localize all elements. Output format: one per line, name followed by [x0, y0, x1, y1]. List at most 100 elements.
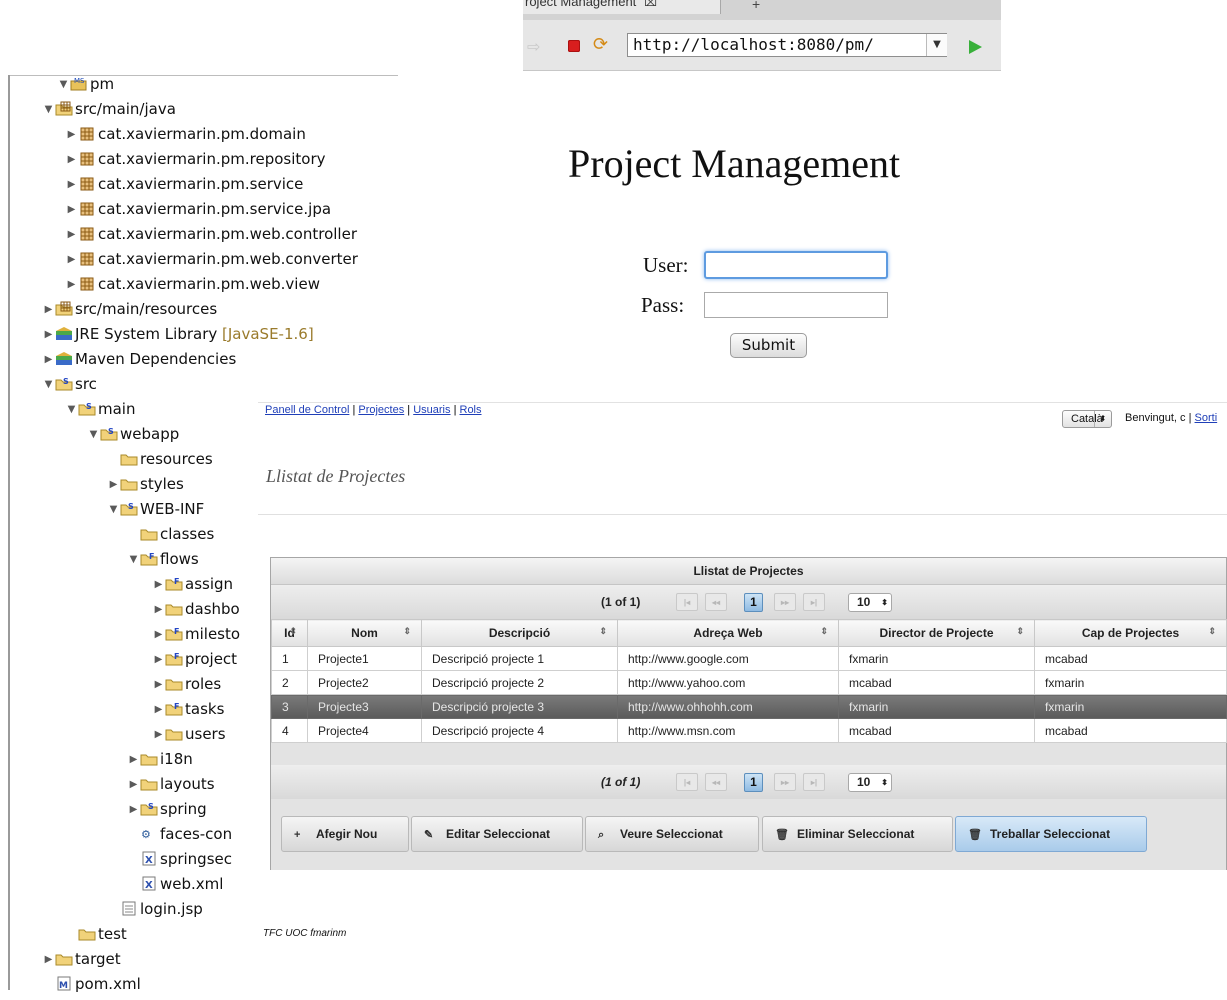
- page-number-button[interactable]: 1: [744, 773, 763, 792]
- nav-link-roles[interactable]: Rols: [460, 404, 482, 416]
- sort-icon[interactable]: ⇕: [820, 626, 828, 637]
- table-row[interactable]: 1 Projecte1 Descripció projecte 1 http://ww…: [271, 646, 1227, 671]
- collapse-arrow-icon[interactable]: ▶: [152, 604, 165, 615]
- tree-item[interactable]: Xweb.xml: [127, 875, 223, 900]
- user-input[interactable]: [704, 251, 888, 279]
- expand-arrow-icon[interactable]: ▼: [127, 554, 140, 565]
- collapse-arrow-icon[interactable]: ▶: [42, 954, 55, 965]
- browser-tab[interactable]: roject Management ⌧: [523, 0, 721, 14]
- tree-item[interactable]: ▶ cat.xaviermarin.pm.repository: [65, 150, 326, 175]
- next-page-icon[interactable]: ▸▸: [774, 593, 796, 611]
- nav-link-projects[interactable]: Projectes: [358, 404, 404, 416]
- url-field[interactable]: http://localhost:8080/pm/: [627, 33, 947, 57]
- tree-item[interactable]: ▶ cat.xaviermarin.pm.web.converter: [65, 250, 358, 275]
- tree-item[interactable]: ▶ cat.xaviermarin.pm.service.jpa: [65, 200, 331, 225]
- expand-arrow-icon[interactable]: ▼: [87, 429, 100, 440]
- expand-arrow-icon[interactable]: ▼: [57, 79, 70, 90]
- stop-icon[interactable]: [568, 40, 580, 52]
- tree-item[interactable]: ▶ users: [152, 725, 226, 750]
- collapse-arrow-icon[interactable]: ▶: [65, 254, 78, 265]
- rows-per-page-select[interactable]: 10 ⬍: [848, 773, 892, 792]
- collapse-arrow-icon[interactable]: ▶: [42, 304, 55, 315]
- tree-item[interactable]: ▶ Fproject: [152, 650, 237, 675]
- rows-per-page-select[interactable]: 10 ⬍: [848, 593, 892, 612]
- collapse-arrow-icon[interactable]: ▶: [127, 779, 140, 790]
- collapse-arrow-icon[interactable]: ▶: [65, 179, 78, 190]
- collapse-arrow-icon[interactable]: ▶: [152, 729, 165, 740]
- go-icon[interactable]: [969, 40, 982, 54]
- language-select[interactable]: Català ⬍: [1062, 410, 1112, 428]
- tree-item[interactable]: ▼ Fflows: [127, 550, 199, 575]
- sort-icon[interactable]: ⇕: [1016, 626, 1024, 637]
- tree-item[interactable]: login.jsp: [107, 900, 203, 925]
- column-header[interactable]: Nom ⇕: [307, 619, 422, 647]
- collapse-arrow-icon[interactable]: ▶: [65, 229, 78, 240]
- previous-page-icon[interactable]: ◂◂: [705, 593, 727, 611]
- edit-selected-button[interactable]: ✎ Editar Seleccionat: [411, 816, 583, 852]
- tree-item[interactable]: ▶ Fmilesto: [152, 625, 240, 650]
- collapse-arrow-icon[interactable]: ▶: [127, 754, 140, 765]
- tree-item[interactable]: test: [65, 925, 127, 950]
- expand-arrow-icon[interactable]: ▼: [42, 379, 55, 390]
- collapse-arrow-icon[interactable]: ▶: [65, 204, 78, 215]
- collapse-arrow-icon[interactable]: ▶: [152, 704, 165, 715]
- tree-item[interactable]: ▼ Ssrc: [42, 375, 97, 400]
- collapse-arrow-icon[interactable]: ▶: [65, 154, 78, 165]
- column-header[interactable]: Director de Projecte ⇕: [838, 619, 1035, 647]
- tree-item[interactable]: ▶ JRE System Library [JavaSE-1.6]: [42, 325, 314, 350]
- tree-item[interactable]: ▶ layouts: [127, 775, 215, 800]
- sort-icon[interactable]: ⇕: [1208, 626, 1216, 637]
- next-page-icon[interactable]: ▸▸: [774, 773, 796, 791]
- nav-link-users[interactable]: Usuaris: [413, 404, 450, 416]
- tree-item[interactable]: ▼ src/main/java: [42, 100, 176, 125]
- collapse-arrow-icon[interactable]: ▶: [107, 479, 120, 490]
- tree-item[interactable]: resources: [107, 450, 213, 475]
- collapse-arrow-icon[interactable]: ▶: [152, 629, 165, 640]
- previous-page-icon[interactable]: ◂◂: [705, 773, 727, 791]
- expand-arrow-icon[interactable]: ▼: [65, 404, 78, 415]
- collapse-arrow-icon[interactable]: ▶: [152, 579, 165, 590]
- collapse-arrow-icon[interactable]: ▶: [65, 279, 78, 290]
- column-header[interactable]: Cap de Projectes ⇕: [1034, 619, 1227, 647]
- url-history-dropdown[interactable]: ▼: [926, 34, 947, 56]
- last-page-icon[interactable]: ▸|: [803, 593, 825, 611]
- view-selected-button[interactable]: ⌕ Veure Seleccionat: [585, 816, 759, 852]
- work-selected-button[interactable]: 🗑 Treballar Seleccionat: [955, 816, 1147, 852]
- password-input[interactable]: [704, 292, 888, 318]
- tree-item[interactable]: ▶ Maven Dependencies: [42, 350, 237, 375]
- tree-item[interactable]: ▶ styles: [107, 475, 184, 500]
- column-header[interactable]: Descripció ⇕: [421, 619, 618, 647]
- new-tab-icon[interactable]: +: [752, 0, 760, 12]
- tree-item[interactable]: ▶ Fassign: [152, 575, 233, 600]
- page-number-button[interactable]: 1: [744, 593, 763, 612]
- tree-item[interactable]: ▶ cat.xaviermarin.pm.web.view: [65, 275, 320, 300]
- tree-item[interactable]: ▶ cat.xaviermarin.pm.web.controller: [65, 225, 357, 250]
- tree-item[interactable]: ▶ Sspring: [127, 800, 207, 825]
- table-row[interactable]: 2 Projecte2 Descripció projecte 2 http://ww…: [271, 670, 1227, 695]
- tree-item[interactable]: ▶ dashbo: [152, 600, 240, 625]
- tree-item[interactable]: ▼ Swebapp: [87, 425, 180, 450]
- last-page-icon[interactable]: ▸|: [803, 773, 825, 791]
- nav-link-control-panel[interactable]: Panell de Control: [265, 404, 349, 416]
- collapse-arrow-icon[interactable]: ▶: [42, 354, 55, 365]
- tree-item[interactable]: ▶ cat.xaviermarin.pm.domain: [65, 125, 306, 150]
- first-page-icon[interactable]: |◂: [676, 593, 698, 611]
- sort-icon[interactable]: ⇕: [289, 626, 297, 637]
- column-header[interactable]: Id ⇕: [271, 619, 308, 647]
- sort-icon[interactable]: ⇕: [599, 626, 607, 637]
- tree-item[interactable]: ⚙ faces-con: [127, 825, 232, 850]
- expand-arrow-icon[interactable]: ▼: [107, 504, 120, 515]
- table-row[interactable]: 4 Projecte4 Descripció projecte 4 http://ww…: [271, 718, 1227, 743]
- submit-button[interactable]: Submit: [730, 333, 807, 358]
- tree-item[interactable]: ▶ roles: [152, 675, 222, 700]
- tree-item[interactable]: Mpom.xml: [42, 975, 141, 1000]
- tree-item[interactable]: ▼ S WEB-INF: [107, 500, 205, 525]
- tab-close-icon[interactable]: ⌧: [644, 0, 657, 9]
- tree-item[interactable]: ▼ M Spm: [57, 75, 115, 100]
- reload-icon[interactable]: ⟳: [593, 34, 608, 55]
- delete-selected-button[interactable]: 🗑 Eliminar Seleccionat: [762, 816, 953, 852]
- collapse-arrow-icon[interactable]: ▶: [152, 679, 165, 690]
- tree-item[interactable]: ▶ i18n: [127, 750, 193, 775]
- table-row[interactable]: 3 Projecte3 Descripció projecte 3 http://ww…: [271, 694, 1227, 719]
- collapse-arrow-icon[interactable]: ▶: [65, 129, 78, 140]
